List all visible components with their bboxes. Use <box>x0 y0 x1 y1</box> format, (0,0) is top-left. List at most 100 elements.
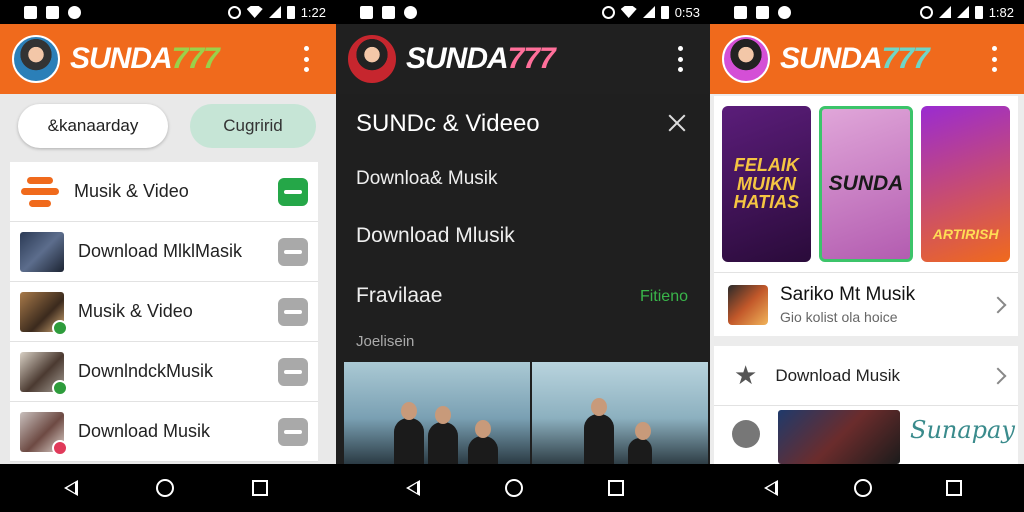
phone-screen-2: 0:53 SUNDA777 SUNDc & Videeo Downloa& Mu… <box>336 0 710 464</box>
list-item[interactable]: Download Musik <box>10 402 318 462</box>
drawer-item-badge: Fitieno <box>639 288 688 305</box>
menu-list: Musik & Video Download MlklMasik Musik &… <box>10 162 318 462</box>
album-row[interactable]: Sunapay <box>714 406 1018 464</box>
app-icon <box>68 5 81 19</box>
drawer-item[interactable]: Fravilaae <box>356 284 442 308</box>
featured-text: Sariko Mt Musik Gio kolist ola hoice <box>780 284 915 325</box>
filter-chip[interactable]: &kanaarday <box>18 104 168 148</box>
thumbnail <box>728 284 768 325</box>
thumbnail <box>20 411 68 456</box>
status-bar: 1:22 <box>0 0 336 24</box>
close-icon[interactable] <box>666 112 688 134</box>
gallery-icon <box>382 5 395 19</box>
featured-subtitle: Gio kolist ola hoice <box>780 309 898 325</box>
more-options-icon[interactable] <box>304 46 310 72</box>
signal-icon <box>642 6 655 18</box>
featured-title: Sariko Mt Musik <box>780 284 916 305</box>
signal-icon <box>956 6 969 18</box>
video-figure <box>468 420 498 464</box>
signal-icon <box>938 6 951 18</box>
app-icon <box>778 5 791 19</box>
list-item[interactable]: Musik & Video <box>10 162 318 222</box>
status-time: 0:53 <box>674 4 700 20</box>
screens: 1:22 SUNDA777 &kanaarday Cugririd Musik … <box>0 0 1024 464</box>
poster-card[interactable]: FELAIK MUIKN HATIAS <box>722 106 811 262</box>
video-thumbnail[interactable] <box>344 362 530 464</box>
list-item[interactable]: Download MlklMasik <box>10 222 318 282</box>
alarm-icon <box>227 5 241 19</box>
drawer-subheading: Joelisein <box>356 333 415 350</box>
chevron-right-icon <box>989 296 1007 313</box>
status-time: 1:22 <box>300 4 326 20</box>
recent-apps-icon[interactable] <box>946 480 962 496</box>
app-bar: SUNDA777 <box>336 24 710 94</box>
avatar[interactable] <box>722 35 770 83</box>
app-icon <box>404 5 417 19</box>
notification-icon <box>24 5 37 19</box>
battery-icon <box>660 5 669 19</box>
badge-icon <box>52 319 68 336</box>
thumbnail <box>20 291 68 336</box>
video-thumbnail[interactable] <box>532 362 708 464</box>
avatar[interactable] <box>12 35 60 83</box>
toggle-switch[interactable] <box>278 357 308 386</box>
notification-icon <box>734 5 747 19</box>
list-item[interactable]: Musik & Video <box>10 282 318 342</box>
toggle-switch[interactable] <box>278 417 308 446</box>
phone-screen-3: 1:82 SUNDA777 FELAIK MUIKN HATIAS SUNDA … <box>710 0 1024 464</box>
badge-icon <box>52 379 68 396</box>
home-icon[interactable] <box>156 479 174 497</box>
app-logo: SUNDA777 <box>70 42 220 75</box>
home-icon[interactable] <box>505 479 523 497</box>
more-options-icon[interactable] <box>678 46 684 72</box>
navigation-bar <box>0 464 1024 512</box>
album-art[interactable] <box>778 410 900 464</box>
list-item[interactable]: ★ Download Musik <box>714 346 1018 406</box>
battery-icon <box>974 5 983 19</box>
alarm-icon <box>919 5 933 19</box>
thumbnail <box>20 231 64 272</box>
back-icon[interactable] <box>64 480 78 496</box>
sound-waves-icon <box>20 176 60 207</box>
video-figure <box>584 398 614 464</box>
chevron-right-icon <box>989 367 1007 384</box>
recent-apps-icon[interactable] <box>252 480 268 496</box>
gallery-icon <box>46 5 59 19</box>
poster-card[interactable]: SUNDA <box>818 106 914 262</box>
signal-icon <box>268 6 281 18</box>
status-bar: 0:53 <box>336 0 710 24</box>
drawer-item[interactable]: Download Mlusik <box>356 224 515 248</box>
wifi-icon <box>620 6 637 18</box>
drawer-title: SUNDc & Videeo <box>356 110 540 137</box>
video-figure <box>394 402 424 464</box>
featured-item[interactable]: Sariko Mt Musik Gio kolist ola hoice <box>714 272 1018 336</box>
thumbnail <box>20 351 68 396</box>
toggle-switch[interactable] <box>278 297 308 326</box>
battery-icon <box>286 5 295 19</box>
app-logo: SUNDA777 <box>780 42 930 75</box>
album-title: Sunapay <box>910 416 1015 444</box>
app-bar: SUNDA777 <box>0 24 336 94</box>
back-icon[interactable] <box>764 480 778 496</box>
status-bar: 1:82 <box>710 0 1024 24</box>
badge-icon <box>52 439 68 456</box>
list-item[interactable]: DownlndckMusik <box>10 342 318 402</box>
play-icon[interactable] <box>732 420 760 448</box>
app-bar: SUNDA777 <box>710 24 1024 94</box>
video-figure <box>428 406 458 464</box>
toggle-switch[interactable] <box>278 177 308 206</box>
app-logo: SUNDA777 <box>406 42 556 75</box>
avatar[interactable] <box>348 35 396 83</box>
phone-screen-1: 1:22 SUNDA777 &kanaarday Cugririd Musik … <box>0 0 336 464</box>
home-icon[interactable] <box>854 479 872 497</box>
recent-apps-icon[interactable] <box>608 480 624 496</box>
wifi-icon <box>246 6 263 18</box>
more-options-icon[interactable] <box>992 46 998 72</box>
drawer-item[interactable]: Downloa& Musik <box>356 168 498 190</box>
gallery-icon <box>756 5 769 19</box>
toggle-switch[interactable] <box>278 237 308 266</box>
download-section: ★ Download Musik Sunapay <box>714 346 1018 464</box>
back-icon[interactable] <box>406 480 420 496</box>
filter-chip[interactable]: Cugririd <box>190 104 316 148</box>
poster-card[interactable]: ARTIRISH <box>921 106 1011 262</box>
